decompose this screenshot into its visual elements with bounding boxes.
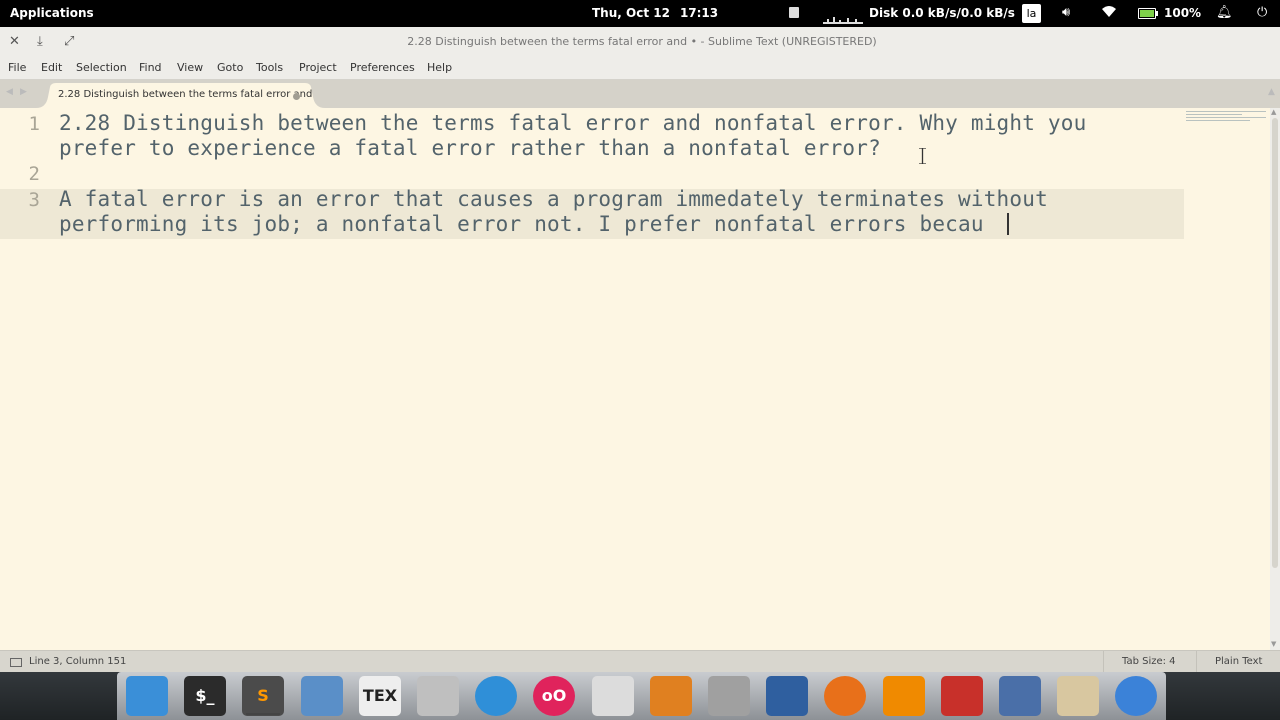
window-title: 2.28 Distinguish between the terms fatal… — [407, 35, 877, 48]
unsaved-dot-icon[interactable] — [293, 93, 300, 100]
tab-scroll-right-icon[interactable]: ▶ — [20, 87, 27, 97]
vlc-icon[interactable] — [883, 676, 925, 716]
tab-list-icon[interactable]: ▲ — [1268, 87, 1275, 97]
top-panel: Applications Thu, Oct 12 17:13 Disk 0.0 k… — [0, 0, 1280, 27]
scrollbar-thumb[interactable] — [1272, 118, 1278, 568]
menu-edit[interactable]: Edit — [41, 61, 62, 74]
menu-help[interactable]: Help — [427, 61, 452, 74]
stop-recording-icon[interactable] — [789, 7, 799, 18]
settings-toggle-icon[interactable] — [592, 676, 634, 716]
panel-toggle-icon[interactable] — [10, 658, 22, 667]
status-separator — [1103, 651, 1104, 673]
window-titlebar[interactable]: ✕ ⤓ ⤢ 2.28 Distinguish between the terms… — [0, 27, 1280, 59]
menu-project[interactable]: Project — [299, 61, 337, 74]
microphone-icon[interactable] — [708, 676, 750, 716]
menu-file[interactable]: File — [8, 61, 26, 74]
clock-date: Thu, Oct 12 — [592, 6, 670, 20]
terminal-glyph: $_ — [195, 686, 215, 705]
menu-selection[interactable]: Selection — [76, 61, 127, 74]
tab-scroll-left-icon[interactable]: ◀ — [6, 87, 13, 97]
keyboard-layout-indicator[interactable]: la — [1022, 4, 1041, 23]
scroll-down-icon[interactable]: ▼ — [1271, 640, 1276, 648]
status-separator — [1196, 651, 1197, 673]
code-line-wrap[interactable]: performing its job; a nonfatal error not… — [59, 212, 984, 236]
menu-bar: File Edit Selection Find View Goto Tools… — [0, 58, 1280, 80]
scroll-up-icon[interactable]: ▲ — [1271, 108, 1276, 116]
battery-icon[interactable] — [1138, 8, 1158, 19]
burst-icon[interactable] — [650, 676, 692, 716]
line-number: 2 — [28, 163, 40, 185]
code-line[interactable]: 2.28 Distinguish between the terms fatal… — [59, 111, 1086, 135]
clock[interactable]: Thu, Oct 12 17:13 — [592, 6, 718, 20]
screenshot-tool-icon[interactable] — [999, 676, 1041, 716]
tab-active-file[interactable]: 2.28 Distinguish between the terms fatal… — [36, 83, 325, 108]
line-number: 1 — [28, 113, 40, 135]
flickr-icon[interactable]: oO — [533, 676, 575, 716]
network-graph-icon — [823, 6, 863, 24]
sublime-text-glyph: S — [257, 686, 269, 705]
document-viewer-icon[interactable] — [766, 676, 808, 716]
syntax-selector[interactable]: Plain Text — [1215, 656, 1262, 667]
menu-preferences[interactable]: Preferences — [350, 61, 415, 74]
virtualbox-icon[interactable] — [301, 676, 343, 716]
home-folder-icon[interactable] — [417, 676, 459, 716]
line-number: 3 — [28, 189, 40, 211]
clock-time: 17:13 — [679, 6, 719, 20]
terminal-icon[interactable]: $_ — [184, 676, 226, 716]
code-line[interactable]: A fatal error is an error that causes a … — [59, 187, 1048, 211]
menu-find[interactable]: Find — [139, 61, 162, 74]
volume-icon[interactable]: 🔊︎ — [1062, 5, 1070, 20]
minimap[interactable] — [1186, 111, 1266, 123]
notifications-icon[interactable]: 🔔︎ — [1216, 5, 1233, 20]
dock: $_ S TEX oO — [117, 672, 1166, 720]
workspaces-icon[interactable] — [126, 676, 168, 716]
text-editor[interactable]: 1 2.28 Distinguish between the terms fat… — [0, 108, 1270, 650]
texmaker-glyph: TEX — [362, 686, 398, 705]
firefox-icon[interactable] — [824, 676, 866, 716]
chromium-icon[interactable] — [1115, 676, 1157, 716]
menu-tools[interactable]: Tools — [256, 61, 283, 74]
status-bar: Line 3, Column 151 Tab Size: 4 Plain Tex… — [0, 650, 1280, 673]
code-line-wrap[interactable]: prefer to experience a fatal error rathe… — [59, 136, 881, 160]
battery-percentage: 100% — [1164, 6, 1202, 20]
menu-view[interactable]: View — [177, 61, 203, 74]
wifi-icon[interactable] — [1101, 5, 1117, 22]
menu-goto[interactable]: Goto — [217, 61, 243, 74]
tab-bar: ◀ ▶ 2.28 Distinguish between the terms f… — [0, 80, 1280, 108]
sublime-text-icon[interactable]: S — [242, 676, 284, 716]
tab-label: 2.28 Distinguish between the terms fatal… — [58, 89, 313, 100]
store-icon[interactable] — [1057, 676, 1099, 716]
texmaker-icon[interactable]: TEX — [359, 676, 401, 716]
text-caret — [1007, 213, 1009, 235]
flickr-glyph: oO — [541, 686, 567, 705]
pdf-reader-icon[interactable] — [941, 676, 983, 716]
cursor-position: Line 3, Column 151 — [29, 656, 127, 667]
ibeam-cursor-icon — [919, 148, 926, 164]
sync-icon[interactable] — [475, 676, 517, 716]
power-icon[interactable]: ⏻ — [1257, 5, 1267, 20]
active-app-indicator — [246, 713, 280, 715]
applications-menu[interactable]: Applications — [10, 6, 94, 20]
disk-monitor: Disk 0.0 kB/s/0.0 kB/s — [869, 6, 1015, 20]
vertical-scrollbar[interactable]: ▲ ▼ — [1270, 108, 1280, 650]
tab-size-selector[interactable]: Tab Size: 4 — [1122, 656, 1176, 667]
